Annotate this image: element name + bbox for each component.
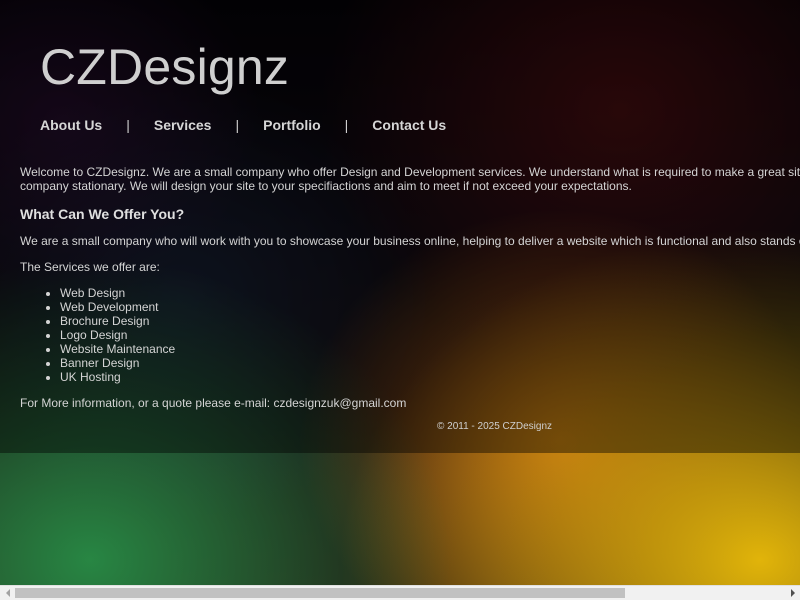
list-item: Web Design [60, 286, 175, 300]
scroll-right-button[interactable] [785, 586, 800, 600]
nav-link-services[interactable]: Services [154, 117, 212, 133]
footer-copyright: © 2011 - 2025 CZDesignz [437, 421, 553, 432]
site-title: CZDesignz [40, 39, 290, 95]
list-item: Banner Design [60, 356, 175, 370]
nav-link-portfolio[interactable]: Portfolio [263, 117, 321, 133]
intro-paragraph: Welcome to CZDesignz. We are a small com… [20, 165, 800, 193]
offer-paragraph: We are a small company who will work wit… [20, 234, 800, 248]
main-nav: About Us | Services | Portfolio | Contac… [40, 117, 446, 133]
triangle-right-icon [790, 589, 795, 597]
list-item: UK Hosting [60, 370, 175, 384]
nav-separator: | [126, 117, 130, 133]
services-intro: The Services we offer are: [20, 260, 160, 274]
services-list: Web Design Web Development Brochure Desi… [20, 286, 175, 384]
triangle-left-icon [5, 589, 10, 597]
list-item: Website Maintenance [60, 342, 175, 356]
intro-line-1: Welcome to CZDesignz. We are a small com… [20, 165, 800, 179]
nav-separator: | [235, 117, 240, 133]
list-item: Logo Design [60, 328, 175, 342]
nav-separator: | [344, 117, 349, 133]
nav-link-contact-us[interactable]: Contact Us [372, 117, 446, 133]
list-item: Web Development [60, 300, 175, 314]
page-content: CZDesignz About Us | Services | Portfoli… [0, 0, 800, 453]
offer-heading: What Can We Offer You? [20, 206, 185, 222]
scroll-left-button[interactable] [0, 586, 15, 600]
contact-info: For More information, or a quote please … [20, 396, 407, 410]
scrollbar-thumb[interactable] [15, 588, 625, 598]
horizontal-scrollbar[interactable] [0, 585, 800, 600]
nav-link-about-us[interactable]: About Us [40, 117, 102, 133]
intro-line-2: company stationary. We will design your … [20, 179, 632, 193]
list-item: Brochure Design [60, 314, 175, 328]
